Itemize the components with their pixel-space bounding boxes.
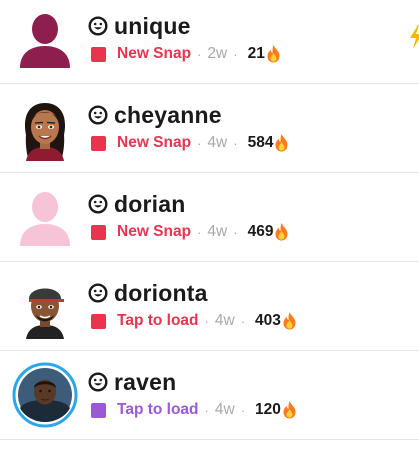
chat-time: 4w bbox=[207, 134, 228, 151]
friend-face-icon bbox=[88, 194, 108, 214]
chat-name-line: unique bbox=[88, 12, 191, 40]
streak-count: 403 bbox=[255, 312, 281, 329]
fire-streak-icon bbox=[282, 311, 297, 330]
separator-dot: · bbox=[240, 313, 246, 329]
chat-time: 2w bbox=[207, 45, 228, 62]
chat-status: New Snap bbox=[117, 223, 192, 240]
avatar-bitmoji-icon[interactable] bbox=[12, 95, 78, 161]
chat-status: Tap to load bbox=[117, 312, 199, 329]
new-snap-square-icon bbox=[91, 46, 106, 62]
lightning-bolt-icon bbox=[409, 25, 419, 49]
chat-status-line: Tap to load · 4w · 120 bbox=[91, 398, 297, 422]
fire-streak-icon bbox=[274, 222, 289, 241]
avatar-bitmoji-icon[interactable] bbox=[12, 273, 78, 339]
separator-dot: · bbox=[204, 313, 209, 329]
unopened-snap-square-icon bbox=[91, 313, 106, 329]
chat-name: unique bbox=[114, 12, 191, 39]
chat-status: New Snap bbox=[117, 134, 192, 151]
friend-face-icon bbox=[88, 105, 108, 125]
friend-face-icon bbox=[88, 283, 108, 303]
chat-row-unique[interactable]: unique New Snap · 2w · 21 bbox=[0, 0, 419, 84]
streak-count: 469 bbox=[247, 223, 274, 240]
avatar-silhouette-icon[interactable] bbox=[12, 184, 78, 250]
chat-list: unique New Snap · 2w · 21 cheyanne New S… bbox=[0, 0, 419, 457]
avatar-photo-story-ring-icon[interactable] bbox=[12, 362, 78, 428]
separator-dot: · bbox=[233, 46, 238, 62]
chat-status-line: New Snap · 2w · 21 bbox=[91, 42, 281, 66]
avatar-silhouette-icon[interactable] bbox=[12, 6, 78, 72]
fire-streak-icon bbox=[266, 44, 281, 63]
chat-status: New Snap bbox=[117, 45, 192, 62]
chat-status-line: New Snap · 4w · 469 bbox=[91, 220, 289, 244]
chat-name: dorian bbox=[114, 190, 186, 217]
chat-status-line: New Snap · 4w · 584 bbox=[91, 131, 289, 155]
fire-streak-icon bbox=[274, 133, 289, 152]
friend-face-icon bbox=[88, 16, 108, 36]
separator-dot: · bbox=[197, 224, 202, 240]
friend-face-icon bbox=[88, 372, 108, 392]
chat-status: Tap to load bbox=[117, 401, 199, 418]
chat-name-line: raven bbox=[88, 368, 176, 396]
separator-dot: · bbox=[233, 135, 238, 151]
chat-time: 4w bbox=[207, 223, 228, 240]
unopened-snap-square-icon bbox=[91, 402, 106, 418]
new-snap-square-icon bbox=[91, 135, 106, 151]
chat-name-line: dorian bbox=[88, 190, 185, 218]
chat-name-line: dorionta bbox=[88, 279, 208, 307]
streak-count: 584 bbox=[247, 134, 274, 151]
chat-time: 4w bbox=[214, 312, 235, 329]
new-snap-square-icon bbox=[91, 224, 106, 240]
chat-row-cheyanne[interactable]: cheyanne New Snap · 4w · 584 bbox=[0, 84, 419, 173]
chat-row-dorionta[interactable]: dorionta Tap to load · 4w · 403 bbox=[0, 262, 419, 351]
separator-dot: · bbox=[240, 402, 246, 418]
fire-streak-icon bbox=[282, 400, 297, 419]
chat-row-dorian[interactable]: dorian New Snap · 4w · 469 bbox=[0, 173, 419, 262]
chat-name: cheyanne bbox=[114, 101, 222, 128]
chat-time: 4w bbox=[214, 401, 235, 418]
chat-name: raven bbox=[114, 368, 177, 395]
chat-name: dorionta bbox=[114, 279, 208, 306]
separator-dot: · bbox=[204, 402, 209, 418]
streak-count: 21 bbox=[247, 45, 265, 62]
separator-dot: · bbox=[197, 46, 202, 62]
chat-row-raven[interactable]: raven Tap to load · 4w · 120 bbox=[0, 351, 419, 440]
streak-count: 120 bbox=[255, 401, 281, 418]
separator-dot: · bbox=[233, 224, 238, 240]
separator-dot: · bbox=[197, 135, 202, 151]
chat-status-line: Tap to load · 4w · 403 bbox=[91, 309, 297, 333]
chat-name-line: cheyanne bbox=[88, 101, 222, 129]
